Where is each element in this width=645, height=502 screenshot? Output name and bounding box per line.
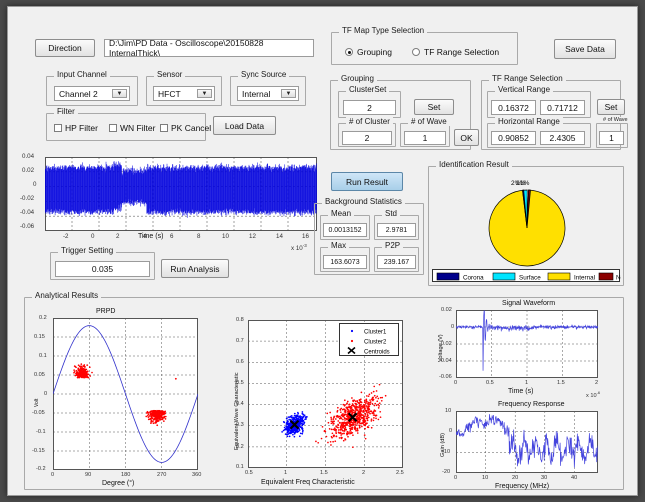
chevron-down-icon[interactable]: ▼: [197, 89, 212, 98]
svg-text:Cluster2: Cluster2: [364, 340, 387, 346]
svg-text:1%: 1%: [520, 180, 530, 187]
num-wave-grouping-input[interactable]: 1: [404, 131, 446, 145]
svg-text:Internal: Internal: [574, 275, 595, 282]
checkbox-pk-cancel-box: [160, 124, 168, 132]
load-data-button[interactable]: Load Data: [213, 116, 276, 135]
run-result-button[interactable]: Run Result: [331, 172, 403, 191]
input-channel-select[interactable]: Channel 2 ▼: [54, 86, 130, 101]
sensor-title: Sensor: [154, 70, 185, 79]
cluster-set-label: ClusterSet: [346, 85, 389, 94]
checkbox-hp-filter-box: [54, 124, 62, 132]
num-wave-tf-label: # of Wave: [600, 117, 631, 123]
input-channel-title: Input Channel: [54, 70, 110, 79]
trigger-setting-title: Trigger Setting: [58, 246, 116, 255]
sync-source-select[interactable]: Internal ▼: [237, 86, 299, 101]
mean-label: Mean: [328, 209, 354, 218]
std-label: Std: [382, 209, 400, 218]
trigger-setting-input[interactable]: 0.035: [55, 261, 150, 277]
sync-source-value: Internal: [242, 89, 270, 99]
checkbox-wn-filter-box: [109, 124, 117, 132]
save-data-button[interactable]: Save Data: [554, 39, 616, 59]
radio-tf-range-dot: [412, 48, 420, 56]
horizontal-range-label: Horizontal Range: [495, 117, 563, 126]
grouping-title: Grouping: [338, 74, 377, 83]
radio-tf-range-label: TF Range Selection: [424, 47, 499, 57]
num-cluster-label: # of Cluster: [346, 117, 393, 126]
vertical-range-label: Vertical Range: [495, 85, 553, 94]
svg-text:Surface: Surface: [519, 275, 541, 282]
std-value: 2.9781: [377, 223, 416, 237]
checkbox-wn-filter[interactable]: WN Filter: [109, 123, 155, 133]
radio-tf-range-selection[interactable]: TF Range Selection: [412, 47, 499, 57]
sensor-select[interactable]: HFCT ▼: [153, 86, 215, 101]
checkbox-hp-filter[interactable]: HP Filter: [54, 123, 98, 133]
svg-text:Centroids: Centroids: [364, 350, 390, 356]
pie-legend: Corona Surface Internal Noise: [432, 269, 620, 282]
p2p-label: P2P: [382, 241, 403, 250]
cluster-legend: Cluster1 Cluster2 Centroids: [339, 323, 399, 356]
cluster-set-input[interactable]: 2: [343, 100, 396, 115]
radio-grouping[interactable]: Grouping: [345, 47, 392, 57]
identification-result-title: Identification Result: [436, 160, 512, 169]
chevron-down-icon[interactable]: ▼: [281, 89, 296, 98]
tf-map-type-title: TF Map Type Selection: [339, 26, 427, 35]
svg-text:Corona: Corona: [463, 275, 484, 282]
background-statistics-title: Background Statistics: [322, 197, 405, 206]
checkbox-pk-cancel-label: PK Cancel: [171, 123, 211, 133]
filter-title: Filter: [54, 107, 78, 116]
num-cluster-input[interactable]: 2: [342, 131, 392, 145]
checkbox-pk-cancel[interactable]: PK Cancel: [160, 123, 211, 133]
input-channel-value: Channel 2: [59, 89, 98, 99]
sensor-value: HFCT: [158, 89, 181, 99]
p2p-value: 239.167: [377, 255, 416, 269]
horizontal-range-max-input[interactable]: 2.4305: [540, 131, 585, 145]
num-wave-tf-input[interactable]: 1: [599, 131, 624, 145]
path-input[interactable]: D:\Jim\PD Data - Oscilloscope\20150828 I…: [104, 39, 314, 57]
run-analysis-button[interactable]: Run Analysis: [161, 259, 229, 278]
svg-text:Cluster1: Cluster1: [364, 330, 387, 336]
num-wave-grouping-label: # of Wave: [408, 117, 450, 126]
application-window: Direction D:\Jim\PD Data - Oscilloscope\…: [7, 6, 638, 496]
sync-source-title: Sync Source: [238, 70, 289, 79]
max-label: Max: [328, 241, 349, 250]
vertical-range-min-input[interactable]: 0.16372: [491, 100, 536, 115]
direction-button[interactable]: Direction: [35, 39, 95, 57]
analytical-results-title: Analytical Results: [32, 291, 101, 300]
tf-range-set-button[interactable]: Set: [597, 99, 625, 115]
max-value: 163.6073: [323, 255, 367, 269]
radio-grouping-label: Grouping: [357, 47, 392, 57]
mean-value: 0.0013152: [323, 223, 367, 237]
vertical-range-max-input[interactable]: 0.71712: [540, 100, 585, 115]
radio-grouping-dot: [345, 48, 353, 56]
grouping-set-button[interactable]: Set: [414, 99, 454, 115]
checkbox-hp-filter-label: HP Filter: [65, 123, 98, 133]
svg-text:Noise: Noise: [616, 275, 621, 282]
tf-range-title: TF Range Selection: [489, 74, 566, 83]
horizontal-range-min-input[interactable]: 0.90852: [491, 131, 536, 145]
grouping-ok-button[interactable]: OK: [454, 129, 479, 146]
chevron-down-icon[interactable]: ▼: [112, 89, 127, 98]
checkbox-wn-filter-label: WN Filter: [120, 123, 155, 133]
